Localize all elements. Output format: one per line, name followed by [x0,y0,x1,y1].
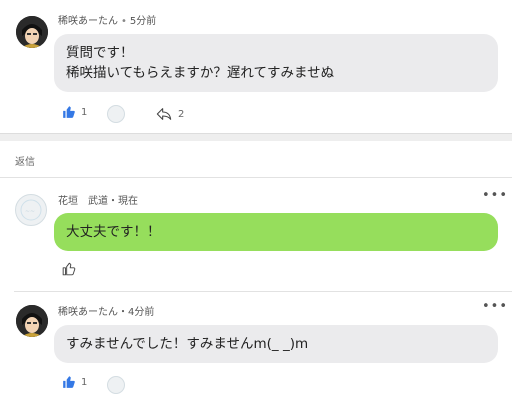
thumbs-up-icon [63,376,75,388]
like-count: 1 [81,106,88,118]
post-meta: 稀咲あーたん • 5分前 [58,12,156,27]
post-bubble: 質問です！ 稀咲描いてもらえますか？遅れてすみませぬ [54,34,498,92]
reply2-avatar[interactable] [16,305,48,337]
liker-avatar[interactable] [107,376,125,394]
like-button[interactable]: 1 [62,105,87,119]
thumbs-up-icon [63,106,75,118]
thumbs-up-icon [62,262,76,276]
reply2-like-button[interactable]: 1 [62,375,87,389]
reply1-like-button[interactable] [62,262,76,276]
reply1-avatar[interactable]: ~~ [15,194,47,226]
author-avatar[interactable] [16,16,48,48]
reply2-bubble: すみませんでした！すみませんm(_ _)m [54,325,498,363]
avatar-illustration [16,305,48,337]
avatar-illustration: ~~ [20,199,42,221]
replies-section-label: 返信 [15,157,35,168]
reply-icon [156,108,172,120]
post-time: 5分前 [129,16,157,27]
reply-count: 2 [178,108,185,120]
reply1-more-icon[interactable]: ••• [482,188,508,203]
reply2-like-count: 1 [81,376,88,388]
reply1-meta[interactable]: 花垣 武道・現在 [58,192,138,207]
reply1-bubble: 大丈夫です！！ [54,213,498,251]
meta-separator: • [121,16,127,27]
post-author[interactable]: 稀咲あーたん [58,16,118,27]
avatar-illustration [16,16,48,48]
reply-button[interactable]: 2 [156,107,184,121]
divider-line [14,291,512,292]
reply1-text: 大丈夫です！！ [66,224,161,240]
section-divider [0,133,512,141]
reply2-text: すみませんでした！すみませんm(_ _)m [66,336,309,352]
divider-line [0,177,512,178]
post-text-line1: 質問です！ [66,45,134,61]
liker-avatar[interactable] [107,105,125,123]
reply2-meta[interactable]: 稀咲あーたん・4分前 [58,303,154,318]
svg-text:~~: ~~ [25,208,35,215]
post-text-line2: 稀咲描いてもらえますか？遅れてすみませぬ [66,65,335,81]
reply2-more-icon[interactable]: ••• [482,299,508,314]
